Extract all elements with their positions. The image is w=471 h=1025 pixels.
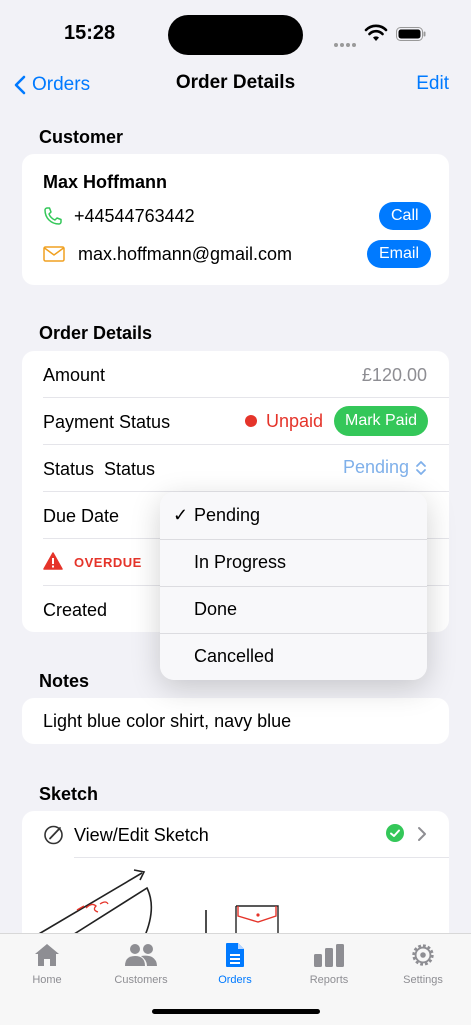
home-indicator — [152, 1009, 320, 1014]
notes-text: Light blue color shirt, navy blue — [43, 711, 292, 731]
house-icon — [35, 944, 59, 966]
payment-status-label: Payment Status — [43, 412, 171, 432]
sketch-section-header: Sketch — [39, 784, 99, 804]
bar-chart-icon — [314, 944, 344, 967]
document-icon — [226, 943, 244, 967]
due-date-label: Due Date — [43, 506, 120, 526]
dynamic-island — [168, 15, 303, 55]
status-dropdown-menu: ✓ Pending In Progress Done Cancelled — [160, 492, 427, 680]
status-option-done[interactable]: Done — [160, 586, 427, 632]
sketch-card: View/Edit Sketch — [22, 811, 449, 951]
status-option-pending[interactable]: ✓ Pending — [160, 492, 427, 538]
status-time: 15:28 — [64, 22, 116, 44]
call-button[interactable]: Call — [379, 202, 431, 230]
divider — [43, 397, 449, 398]
mark-paid-button[interactable]: Mark Paid — [334, 406, 429, 436]
amount-label: Amount — [43, 365, 106, 385]
battery-icon — [396, 27, 426, 41]
notes-card[interactable]: Light blue color shirt, navy blue — [22, 698, 449, 744]
status-value: Pending — [342, 457, 409, 477]
divider — [43, 444, 449, 445]
status-picker[interactable]: Pending — [343, 457, 427, 478]
customer-section-header: Customer — [39, 127, 124, 147]
customer-phone[interactable]: +44544763442 — [74, 206, 195, 227]
phone-icon — [44, 207, 62, 225]
created-label: Created — [43, 600, 108, 620]
chevron-right-icon — [418, 827, 426, 841]
gear-icon — [412, 944, 434, 966]
chevron-updown-icon — [416, 460, 426, 475]
customer-name: Max Hoffmann — [43, 172, 168, 192]
status-label: Status Status — [43, 459, 156, 479]
tab-reports[interactable]: Reports — [284, 942, 374, 986]
customer-email[interactable]: max.hoffmann@gmail.com — [78, 244, 292, 265]
customer-card: Max Hoffmann +44544763442 Call max.hoffm… — [22, 154, 449, 285]
payment-status-value: Unpaid — [266, 411, 324, 431]
page-title: Order Details — [175, 72, 296, 93]
checkmark-circle-icon — [386, 824, 404, 842]
email-button[interactable]: Email — [367, 240, 432, 268]
signal-dots-icon — [334, 34, 358, 47]
wifi-icon — [364, 24, 388, 41]
order-details-section-header: Order Details — [39, 323, 153, 343]
overdue-label: OVERDUE — [74, 555, 142, 570]
people-icon — [125, 944, 157, 966]
amount-value: £120.00 — [361, 365, 427, 385]
status-option-cancelled[interactable]: Cancelled — [160, 633, 427, 679]
tab-home[interactable]: Home — [2, 942, 92, 986]
view-edit-sketch-row[interactable]: View/Edit Sketch — [22, 811, 449, 857]
tab-settings[interactable]: Settings — [378, 942, 468, 986]
tab-customers[interactable]: Customers — [96, 942, 186, 986]
checkmark-icon: ✓ — [173, 505, 189, 525]
envelope-icon — [43, 246, 65, 262]
tab-orders[interactable]: Orders — [190, 942, 280, 986]
warning-icon — [43, 552, 63, 570]
status-option-in-progress[interactable]: In Progress — [160, 539, 427, 585]
edit-button[interactable]: Edit — [416, 73, 449, 95]
unpaid-dot-icon — [245, 415, 257, 427]
notes-section-header: Notes — [39, 671, 90, 691]
pencil-circle-icon — [44, 825, 63, 845]
view-edit-sketch-label: View/Edit Sketch — [74, 825, 209, 845]
